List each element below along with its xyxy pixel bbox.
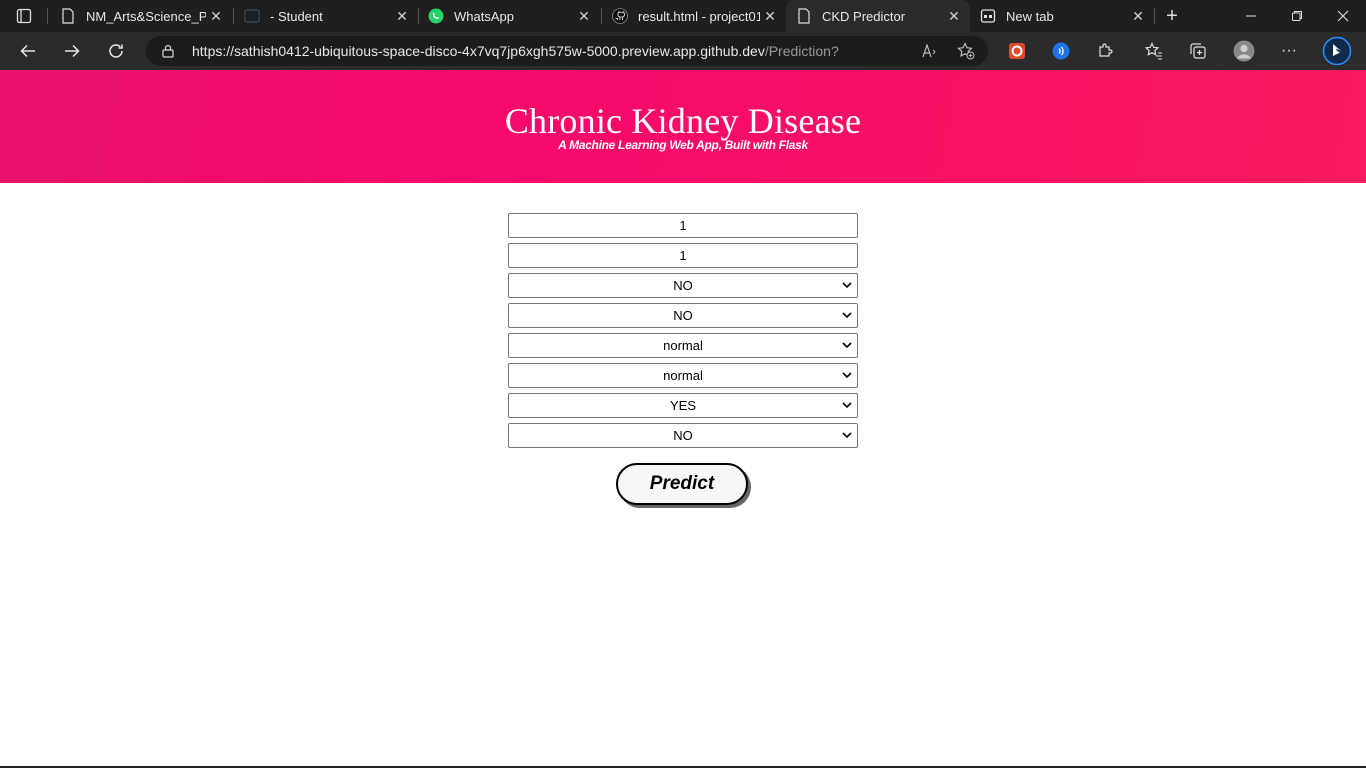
tab-nm-arts[interactable]: NM_Arts&Science_Proj ✕ (50, 0, 232, 32)
lock-icon[interactable] (162, 44, 176, 58)
refresh-button[interactable] (100, 36, 132, 66)
select-value: YES (669, 398, 696, 413)
whatsapp-icon (428, 8, 444, 24)
chevron-down-icon (841, 339, 853, 351)
tab-new-tab[interactable]: New tab ✕ (970, 0, 1154, 32)
prediction-form: 1 1 NO NO normal normal YES NO (508, 213, 858, 453)
chevron-down-icon (841, 429, 853, 441)
url-path: /Prediction? (764, 43, 839, 59)
chevron-down-icon (841, 399, 853, 411)
tab-title: result.html - project01 (638, 8, 760, 24)
read-aloud-icon[interactable] (920, 41, 940, 61)
add-favorite-icon[interactable] (956, 41, 976, 61)
close-icon[interactable]: ✕ (944, 6, 964, 26)
new-tab-button[interactable]: + (1158, 4, 1186, 28)
select-value: normal (663, 368, 703, 383)
select-field-5[interactable]: YES (508, 393, 858, 418)
close-icon[interactable]: ✕ (1128, 6, 1148, 26)
audio-extension-icon[interactable] (1049, 39, 1073, 63)
select-value: NO (673, 428, 693, 443)
codespace-icon (244, 8, 260, 24)
numeric-input-2[interactable]: 1 (508, 243, 858, 268)
close-icon[interactable]: ✕ (392, 6, 412, 26)
page-title: Chronic Kidney Disease (504, 101, 862, 141)
url-text: https://sathish0412-ubiquitous-space-dis… (192, 43, 839, 59)
tab-title: WhatsApp (454, 8, 514, 24)
select-field-6[interactable]: NO (508, 423, 858, 448)
close-icon[interactable]: ✕ (760, 6, 780, 26)
more-options-icon[interactable]: ··· (1277, 39, 1301, 63)
tab-whatsapp[interactable]: WhatsApp ✕ (418, 0, 600, 32)
minimize-icon (1246, 15, 1256, 17)
tab-strip: NM_Arts&Science_Proj ✕ - Student ✕ Whats… (0, 0, 1366, 32)
select-field-4[interactable]: normal (508, 363, 858, 388)
profile-avatar-icon[interactable] (1232, 39, 1256, 63)
tab-ckd-predictor[interactable]: CKD Predictor ✕ (786, 0, 970, 32)
arrow-right-icon (65, 44, 80, 58)
tab-result-html[interactable]: result.html - project01 ✕ (602, 0, 786, 32)
refresh-icon (109, 44, 123, 58)
github-icon (612, 8, 628, 24)
select-value: NO (673, 308, 693, 323)
url-host: https://sathish0412-ubiquitous-space-dis… (192, 43, 765, 59)
address-bar[interactable]: https://sathish0412-ubiquitous-space-dis… (146, 36, 988, 66)
select-value: normal (663, 338, 703, 353)
select-field-1[interactable]: NO (508, 273, 858, 298)
chevron-down-icon (841, 309, 853, 321)
tab-separator (47, 8, 48, 24)
close-icon (1337, 10, 1349, 22)
tab-title: New tab (1006, 8, 1054, 24)
bing-copilot-icon[interactable] (1322, 36, 1352, 66)
tab-title: NM_Arts&Science_Proj (86, 8, 206, 24)
minimize-button[interactable] (1228, 0, 1274, 32)
arrow-left-icon (20, 44, 35, 58)
forward-button[interactable] (56, 36, 88, 66)
favorites-icon[interactable] (1142, 39, 1166, 63)
restore-icon (1292, 11, 1302, 21)
select-field-2[interactable]: NO (508, 303, 858, 328)
select-field-3[interactable]: normal (508, 333, 858, 358)
browser-toolbar: https://sathish0412-ubiquitous-space-dis… (0, 32, 1366, 91)
document-icon (60, 8, 76, 24)
plus-icon: + (1166, 4, 1178, 27)
input-value: 1 (679, 248, 687, 263)
back-button[interactable] (12, 36, 44, 66)
tab-actions-icon (16, 8, 32, 24)
collections-icon[interactable] (1186, 39, 1210, 63)
tab-actions-button[interactable] (10, 4, 38, 28)
predict-button[interactable]: Predict (616, 463, 748, 505)
extensions-icon[interactable] (1093, 39, 1117, 63)
office-extension-icon[interactable] (1005, 39, 1029, 63)
chevron-down-icon (841, 369, 853, 381)
tab-separator (1154, 8, 1155, 24)
restore-button[interactable] (1274, 0, 1320, 32)
newtab-icon (980, 8, 996, 24)
close-window-button[interactable] (1320, 0, 1366, 32)
document-icon (796, 8, 812, 24)
tab-student[interactable]: - Student ✕ (234, 0, 418, 32)
select-value: NO (673, 278, 693, 293)
close-icon[interactable]: ✕ (206, 6, 226, 26)
tab-title: CKD Predictor (822, 8, 906, 24)
close-icon[interactable]: ✕ (574, 6, 594, 26)
numeric-input-1[interactable]: 1 (508, 213, 858, 238)
page-subtitle: A Machine Learning Web App, Built with F… (558, 138, 808, 152)
page-header: Chronic Kidney Disease A Machine Learnin… (0, 70, 1366, 183)
input-value: 1 (679, 218, 687, 233)
tab-title: - Student (270, 8, 323, 24)
chevron-down-icon (841, 279, 853, 291)
